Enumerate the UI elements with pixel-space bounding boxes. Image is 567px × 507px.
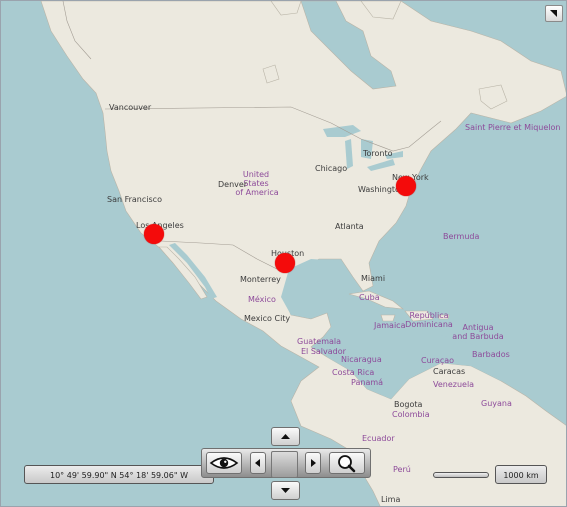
label-chicago: Chicago [315, 164, 348, 173]
label-united-states-line1: United [242, 170, 270, 179]
label-mexico-city: Mexico City [244, 314, 291, 323]
marker-new-york[interactable] [396, 176, 416, 196]
marker-houston[interactable] [275, 253, 295, 273]
marker-los-angeles[interactable] [144, 224, 164, 244]
label-nicaragua: Nicaragua [341, 355, 382, 364]
label-ecuador: Ecuador [362, 434, 395, 443]
label-peru: Perú [393, 465, 411, 474]
pan-center-handle[interactable] [271, 451, 298, 478]
label-cuba: Cuba [359, 293, 380, 302]
label-lima: Lima [381, 495, 401, 504]
pan-up-button[interactable] [271, 427, 300, 446]
label-caracas: Caracas [433, 367, 466, 376]
label-colombia: Colombia [392, 410, 430, 419]
label-united-states-line3: of America [235, 188, 279, 197]
label-venezuela: Venezuela [433, 380, 475, 389]
arrow-down-icon [281, 488, 290, 493]
map-viewport[interactable]: Vancouver San Francisco Los Angeles Unit… [0, 0, 567, 507]
label-costa-rica: Costa Rica [332, 368, 375, 377]
label-miami: Miami [361, 274, 386, 283]
label-dominican-line2: Dominicana [405, 320, 453, 329]
label-el-salvador: El Salvador [301, 347, 346, 356]
label-denver: Denver [218, 180, 248, 189]
pan-down-button[interactable] [271, 481, 300, 500]
pan-right-button[interactable] [305, 452, 321, 474]
arrow-left-icon [255, 459, 260, 467]
label-antigua-line2: and Barbuda [452, 332, 504, 341]
label-guatemala: Guatemala [297, 337, 342, 346]
expand-button[interactable] [545, 5, 563, 22]
arrow-up-icon [281, 434, 290, 439]
label-panama: Panamá [351, 378, 384, 387]
label-vancouver: Vancouver [109, 103, 152, 112]
label-monterrey: Monterrey [240, 275, 281, 284]
label-barbados: Barbados [472, 350, 510, 359]
scale-bar [433, 472, 489, 478]
label-dominican-line1: República [409, 311, 449, 320]
zoom-button[interactable] [329, 452, 365, 474]
view-toggle-button[interactable] [206, 452, 242, 474]
label-bogota: Bogota [394, 400, 423, 409]
label-saint-pierre: Saint Pierre et Miquelon [465, 123, 561, 132]
expand-arrow-icon [550, 10, 557, 17]
coordinates-readout: 10° 49' 59.90" N 54° 18' 59.06" W [24, 465, 214, 484]
scale-label: 1000 km [495, 465, 547, 484]
pan-left-button[interactable] [250, 452, 266, 474]
label-toronto: Toronto [363, 149, 393, 158]
label-bermuda: Bermuda [443, 232, 480, 241]
label-antigua-line1: Antigua [462, 323, 494, 332]
eye-icon [209, 457, 239, 469]
label-guyana: Guyana [481, 399, 512, 408]
magnifier-icon [338, 455, 356, 473]
label-san-francisco: San Francisco [107, 195, 162, 204]
arrow-right-icon [311, 459, 316, 467]
label-atlanta: Atlanta [335, 222, 364, 231]
label-curacao: Curaçao [421, 356, 455, 365]
label-mexico: México [248, 295, 276, 304]
